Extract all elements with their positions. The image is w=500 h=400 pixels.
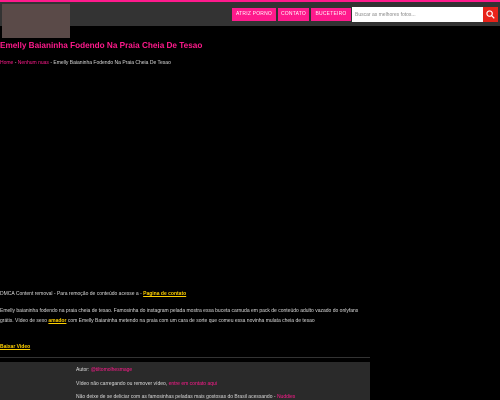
nav-item-contato[interactable]: CONTATO: [278, 8, 309, 21]
contact-page-link[interactable]: Pagina de contato: [143, 291, 186, 297]
search-icon: [486, 10, 495, 19]
removal-notice: Vídeo não carregando ou remover vídeo, e…: [76, 381, 217, 387]
description-text-end: com Emelly Baianinha metendo na praia co…: [66, 318, 315, 324]
search-input[interactable]: [352, 7, 483, 22]
dmca-notice: DMCA Content removal - Para remoção de c…: [0, 291, 186, 297]
nuddies-link[interactable]: Nuddies: [277, 394, 295, 400]
breadcrumb-current: Emelly Baianinha Fodendo Na Praia Cheia …: [53, 60, 171, 66]
nav-item-buceteiro[interactable]: BUCETEIRO: [311, 8, 351, 21]
page-title: Emelly Baianinha Fodendo Na Praia Cheia …: [0, 41, 203, 50]
author-label: Autor:: [76, 367, 91, 373]
author-link[interactable]: @tiltomolhesmage: [91, 367, 132, 373]
download-video-link[interactable]: Baixar Video: [0, 344, 30, 350]
more-content-line: Não deixe de se deliciar com as famosinh…: [76, 394, 295, 400]
author-thumbnail[interactable]: [2, 4, 70, 38]
author-line: Autor: @tiltomolhesmage: [76, 367, 132, 373]
breadcrumb-category-link[interactable]: Nenhum nuas: [18, 60, 49, 66]
divider: [0, 357, 370, 358]
video-description: Emelly baianinha fodendo na praia cheia …: [0, 306, 370, 326]
dmca-text: DMCA Content removal - Para remoção de c…: [0, 291, 144, 297]
nav-item-atriz-porno[interactable]: ATRIZ PORNO: [232, 8, 276, 21]
search-button[interactable]: [483, 7, 498, 22]
breadcrumb-home-link[interactable]: Home: [0, 60, 13, 66]
video-player[interactable]: [0, 72, 370, 286]
contact-here-link[interactable]: entre em contato aqui: [169, 381, 217, 387]
amador-tag-link[interactable]: amador: [48, 318, 66, 324]
removal-text: Vídeo não carregando ou remover vídeo,: [76, 381, 169, 387]
breadcrumb: Home - Nenhum nuas - Emelly Baianinha Fo…: [0, 60, 171, 66]
more-text: Não deixe de se deliciar com as famosinh…: [76, 394, 277, 400]
